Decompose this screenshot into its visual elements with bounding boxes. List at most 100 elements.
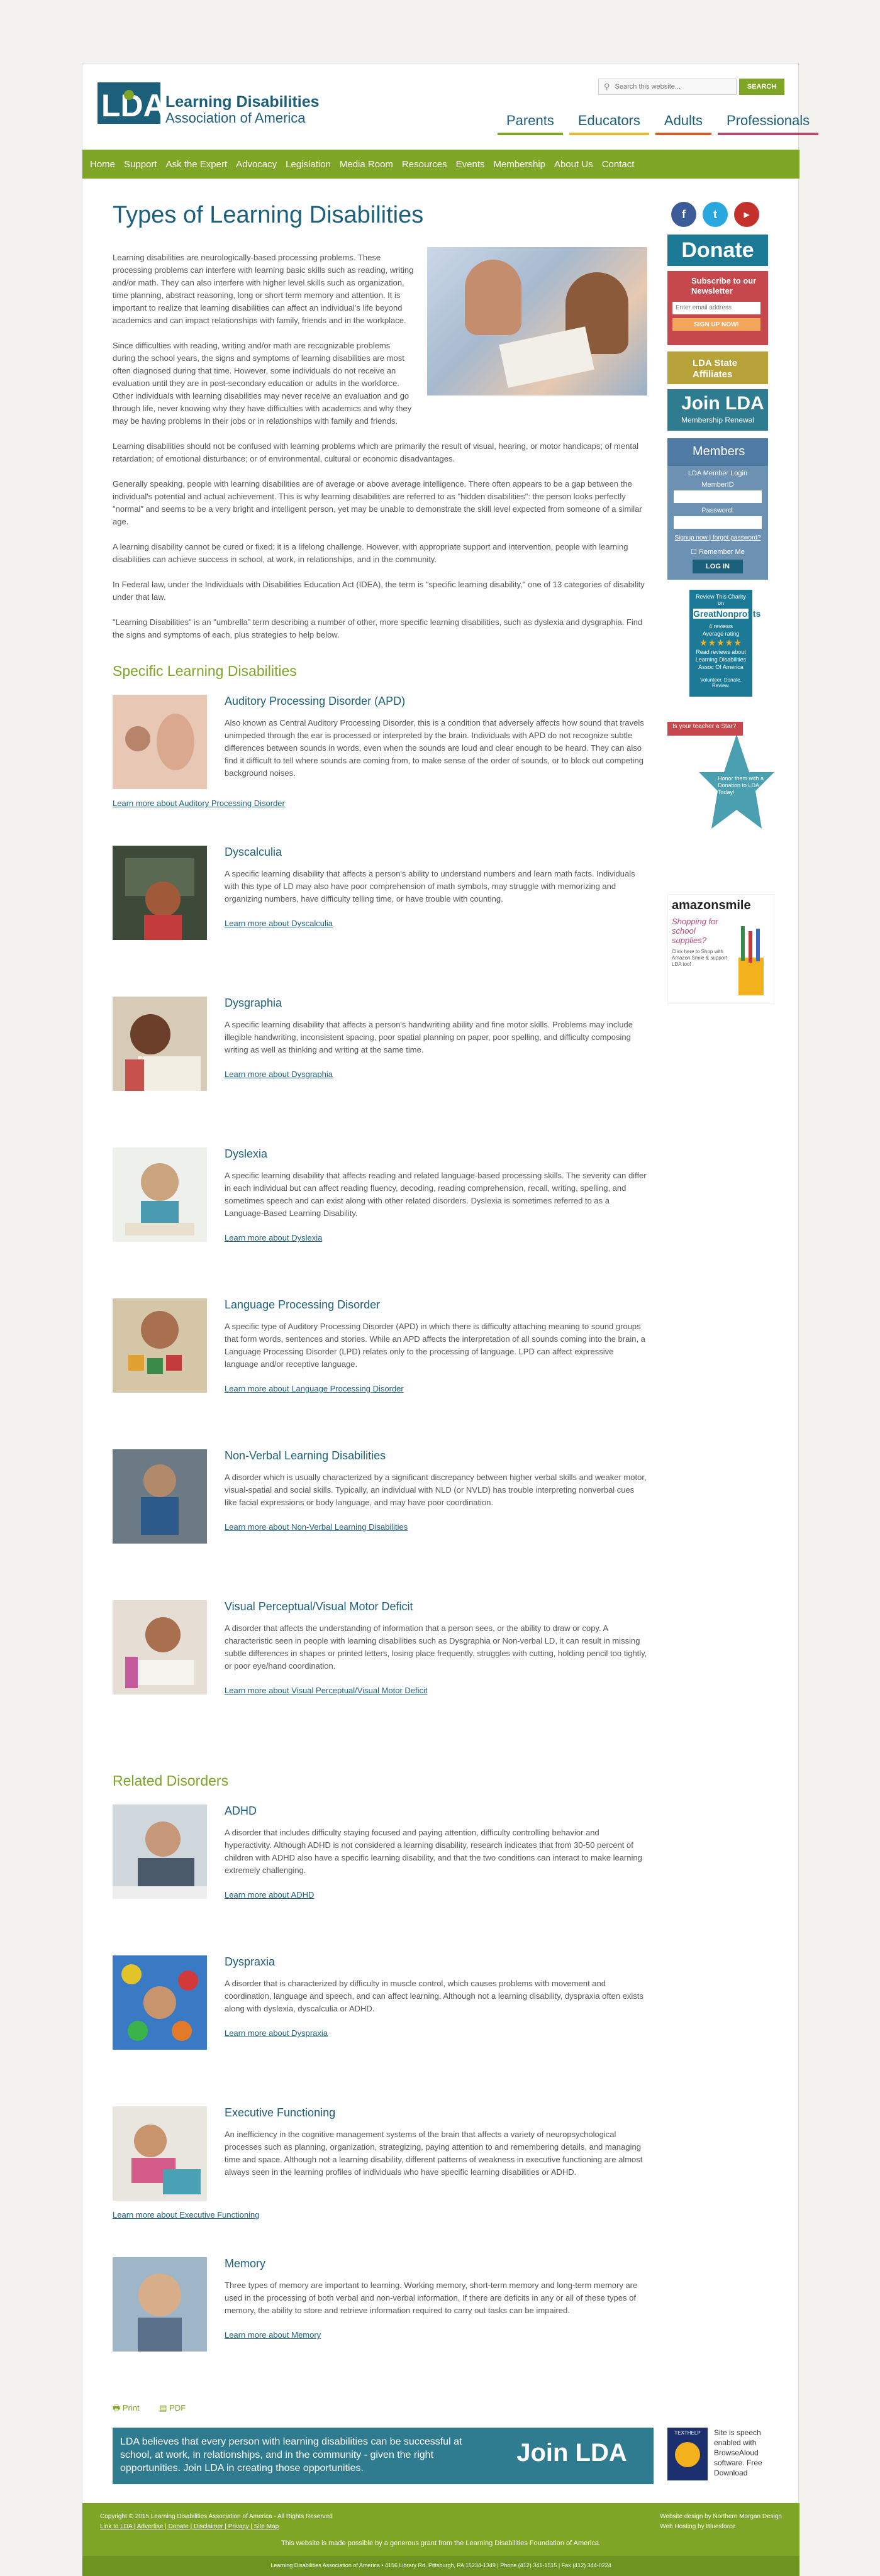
member-id-input[interactable] [674,490,762,503]
gn-rating-label: Average rating [702,631,740,637]
entry-text: Also known as Central Auditory Processin… [225,718,644,778]
state-affiliates-button[interactable]: LDA State Affiliates [667,351,768,384]
disability-entry: Dyscalculia A specific learning disabili… [113,846,647,997]
audience-professionals[interactable]: Professionals [718,113,819,135]
learn-more-link[interactable]: Learn more about Dyspraxia [225,2028,328,2038]
nav-membership[interactable]: Membership [493,159,554,170]
learn-more-link[interactable]: Learn more about Executive Functioning [113,2210,259,2219]
entry-title: Auditory Processing Disorder (APD) [225,695,406,707]
teacher-star-ad[interactable]: Is your teacher a Star? Honor them with … [667,709,774,885]
login-button[interactable]: LOG IN [693,560,743,573]
nav-contact[interactable]: Contact [602,159,643,170]
intro-paragraph: Learning disabilities should not be conf… [113,441,639,463]
membership-renewal-link[interactable]: Membership Renewal [667,416,768,424]
nav-advocacy[interactable]: Advocacy [236,159,286,170]
join-box: Join LDA Membership Renewal [667,389,768,431]
browsealoud-widget: TEXTHELP Site is speech enabled with Bro… [667,2428,787,2484]
nav-support[interactable]: Support [124,159,166,170]
search-field[interactable]: ⚲ [598,79,737,95]
page: LDA Learning Disabilities Association of… [82,63,819,2576]
disability-entry: Language Processing Disorder A specific … [113,1298,647,1449]
print-link[interactable]: 🖶 Print [113,2403,148,2413]
entry-text: A disorder that is characterized by diff… [225,1979,643,2013]
learn-more-link[interactable]: Learn more about Visual Perceptual/Visua… [225,1686,428,1695]
learn-more-link[interactable]: Learn more about Dyslexia [225,1233,322,1242]
nav-home[interactable]: Home [90,159,124,170]
footer-address: Learning Disabilities Association of Ame… [82,2556,799,2576]
main-content: Types of Learning Disabilities Learning … [113,202,647,2408]
search-input[interactable] [615,83,722,91]
entry-title: Memory [225,2257,266,2270]
rating-stars-icon: ★★★★★ [699,638,742,648]
password-input[interactable] [674,516,762,529]
star-ad-text: Is your teacher a Star? [672,723,737,730]
join-lda-button[interactable]: Join LDA [667,389,768,416]
remember-me-checkbox[interactable]: ☐ Remember Me [667,548,768,556]
entry-title: Language Processing Disorder [225,1298,381,1311]
site-header: LDA Learning Disabilities Association of… [82,64,819,148]
learn-more-link[interactable]: Learn more about Dysgraphia [225,1070,333,1079]
browsealoud-text[interactable]: Site is speech enabled with BrowseAloud … [714,2428,787,2478]
gn-bottom: Volunteer. Donate. Review. [700,677,742,688]
disorder-entry: Memory Three types of memory are importa… [113,2257,647,2408]
intro-paragraph: Since difficulties with reading, writing… [113,341,412,426]
disability-entry: Non-Verbal Learning Disabilities A disor… [113,1449,647,1600]
entry-text: A specific type of Auditory Processing D… [225,1322,645,1369]
learn-more-link[interactable]: Learn more about Non-Verbal Learning Dis… [225,1522,408,1532]
nav-about-us[interactable]: About Us [554,159,602,170]
disability-entry: Dyslexia A specific learning disability … [113,1147,647,1298]
logo-line1[interactable]: Learning Disabilities [165,93,320,111]
audience-parents[interactable]: Parents [498,113,563,135]
star-icon [667,722,774,829]
nav-legislation[interactable]: Legislation [286,159,340,170]
students-photo [427,247,647,395]
member-login-panel: Members LDA Member Login MemberID Passwo… [667,438,768,580]
audience-educators[interactable]: Educators [569,113,649,135]
lda-logo-icon[interactable]: LDA [97,82,160,124]
nav-media-room[interactable]: Media Room [340,159,402,170]
entry-text: A specific learning disability that affe… [225,869,635,904]
learn-more-link[interactable]: Learn more about Dyscalculia [225,919,333,928]
browsealoud-logo-icon[interactable]: TEXTHELP [667,2428,708,2480]
amazon-logo: amazonsmile [672,898,751,912]
adhd-photo [113,1805,207,1899]
banner-join-button[interactable]: Join LDA [503,2435,641,2477]
donate-button[interactable]: Donate [667,235,768,266]
audience-adults[interactable]: Adults [655,113,712,135]
nav-events[interactable]: Events [456,159,494,170]
entry-title: Dyscalculia [225,846,282,858]
signup-forgot-links[interactable]: Signup now | forgot password? [667,534,768,543]
intro-paragraph: "Learning Disabilities" is an "umbrella"… [113,617,643,639]
learn-more-link[interactable]: Learn more about ADHD [225,1890,314,1899]
newsletter-email-input[interactable] [672,301,760,314]
entry-text: An inefficiency in the cognitive managem… [225,2130,643,2177]
disorder-entry: Executive Functioning An inefficiency in… [113,2106,647,2257]
pdf-link[interactable]: ▤ PDF [159,2403,194,2413]
ear-photo [113,695,207,789]
twitter-icon[interactable]: t [703,202,728,227]
amazon-smile-ad[interactable]: amazonsmile Shopping for school supplies… [667,894,774,1004]
entry-text: A specific learning disability that affe… [225,1020,633,1054]
search-button[interactable]: SEARCH [739,79,784,95]
learn-more-link[interactable]: Learn more about Memory [225,2330,321,2340]
newsletter-signup-button[interactable]: SIGN UP NOW! [672,318,760,331]
learn-more-link[interactable]: Learn more about Language Processing Dis… [225,1384,404,1393]
search-icon: ⚲ [604,82,610,91]
logo-line2[interactable]: Association of America [165,110,306,126]
nav-ask-the-expert[interactable]: Ask the Expert [166,159,237,170]
dyspraxia-photo [113,1955,207,2050]
nav-resources[interactable]: Resources [402,159,456,170]
youtube-icon[interactable]: ▶ [734,202,759,227]
language-processing-photo [113,1298,207,1393]
entry-title: Executive Functioning [225,2106,336,2119]
entry-text: A disorder which is usually characterize… [225,1473,647,1507]
members-heading: Members [667,438,768,466]
disability-entry: Auditory Processing Disorder (APD) Also … [113,695,647,846]
learn-more-link[interactable]: Learn more about Auditory Processing Dis… [113,799,285,808]
facebook-icon[interactable]: f [671,202,696,227]
specific-heading: Specific Learning Disabilities [113,663,297,679]
greatnonprofits-badge[interactable]: Review This Charity on GreatNonprofits 4… [689,590,760,697]
intro-paragraph: Generally speaking, people with learning… [113,479,642,526]
entry-title: Dysgraphia [225,997,282,1009]
footer-links[interactable]: Link to LDA | Advertise | Donate | Discl… [100,2522,333,2532]
